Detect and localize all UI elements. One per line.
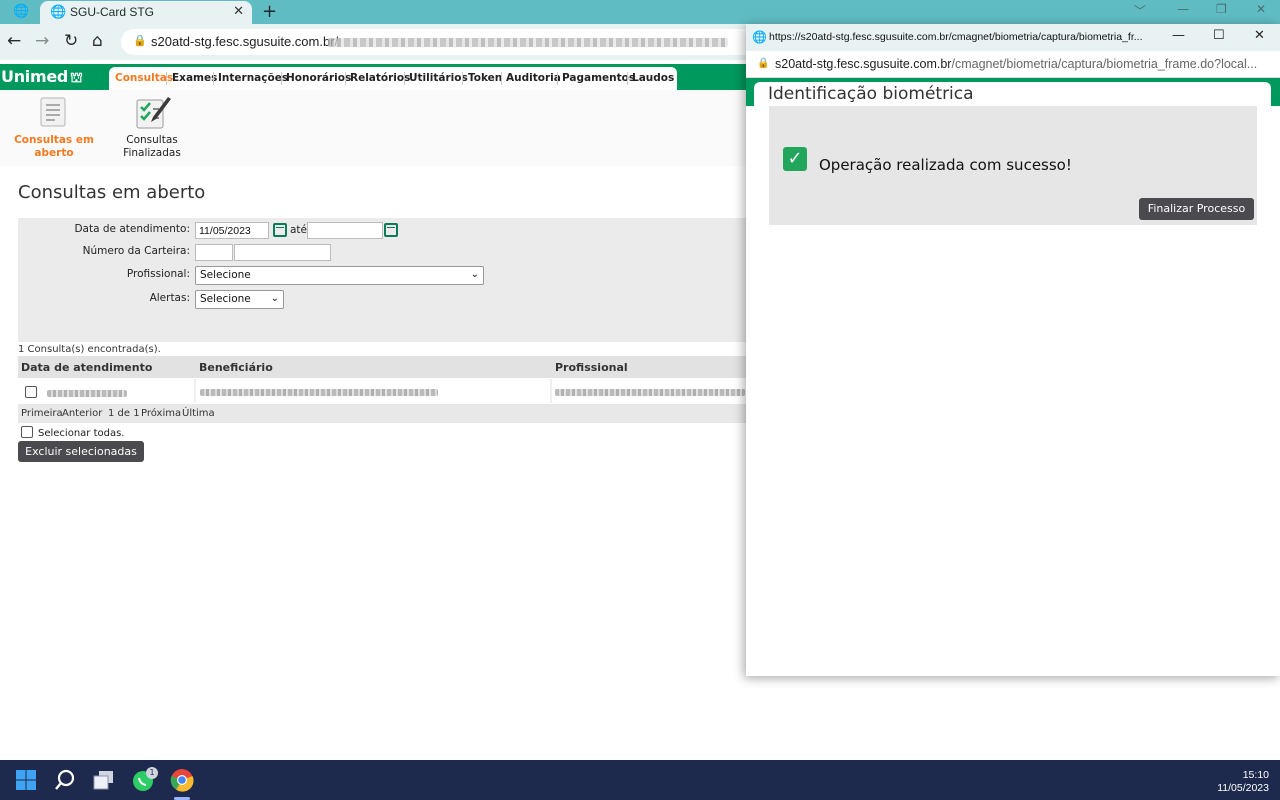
menu-token[interactable]: Token	[468, 72, 502, 84]
menu-utilitarios[interactable]: Utilitários	[409, 72, 468, 84]
pager-previous[interactable]: Anterior	[62, 408, 102, 419]
results-count: 1 Consulta(s) encontrada(s).	[18, 344, 161, 355]
result-panel: ✓ Operação realizada com sucesso! Finali…	[769, 106, 1257, 225]
card-number-label: Número da Carteira:	[82, 245, 190, 257]
main-menu: Consultas Exames Internações Honorários …	[109, 67, 677, 90]
filter-panel: Data de atendimento: até Número da Carte…	[18, 218, 746, 342]
pagination: Primeira Anterior 1 de 1 Próxima Última	[18, 404, 746, 423]
url-text: s20atd-stg.fesc.sgusuite.com.br/	[151, 34, 339, 49]
globe-icon: 🌐	[752, 30, 767, 44]
unimed-leaf-icon: ⛫	[70, 70, 83, 86]
menu-laudos[interactable]: Laudos	[632, 72, 674, 84]
popup-url-text: s20atd-stg.fesc.sgusuite.com.br/cmagnet/…	[775, 57, 1258, 71]
globe-icon[interactable]: 🌐	[13, 4, 29, 19]
column-beneficiary[interactable]: Beneficiário	[199, 361, 273, 374]
unimed-logo[interactable]: Unimed ⛫	[1, 67, 83, 88]
home-icon[interactable]: ⌂	[92, 32, 103, 50]
alerts-label: Alertas:	[149, 292, 190, 304]
pager-next[interactable]: Próxima	[141, 408, 181, 419]
date-to-input[interactable]	[307, 222, 383, 239]
column-professional[interactable]: Profissional	[555, 361, 628, 374]
redacted-date	[47, 390, 127, 397]
lock-icon[interactable]: 🔒	[133, 34, 147, 47]
select-all-checkbox[interactable]	[21, 426, 33, 438]
date-range-separator: até	[290, 224, 308, 236]
select-all-label: Selecionar todas.	[38, 428, 125, 439]
browser-tab-active[interactable]: 🌐 SGU-Card STG ✕	[40, 1, 252, 24]
pager-first[interactable]: Primeira	[21, 408, 63, 419]
new-tab-button[interactable]: +	[262, 1, 277, 22]
subnav-finished-consultations[interactable]: Consultas Finalizadas	[112, 134, 192, 160]
close-window-button[interactable]: ✕	[1254, 28, 1265, 43]
checklist-pencil-icon[interactable]	[135, 94, 171, 130]
popup-title-bar: 🌐 https://s20atd-stg.fesc.sgusuite.com.b…	[746, 24, 1280, 51]
pager-last[interactable]: Última	[182, 408, 215, 419]
chevron-down-icon: ⌄	[270, 293, 279, 304]
popup-heading: Identificação biométrica	[768, 84, 974, 104]
document-list-icon[interactable]	[38, 96, 68, 128]
sub-navigation: Consultas em aberto Consultas Finalizadas	[0, 90, 746, 166]
windows-start-icon[interactable]	[12, 766, 40, 794]
notification-badge: 1	[146, 767, 158, 779]
pager-status: 1 de 1	[108, 408, 140, 419]
globe-icon: 🌐	[50, 5, 67, 20]
chevron-down-icon[interactable]: ﹀	[1134, 2, 1146, 19]
card-number-input[interactable]	[234, 244, 331, 261]
tab-title: SGU-Card STG	[70, 5, 155, 19]
alerts-select[interactable]: Selecione ⌄	[195, 290, 284, 309]
redacted-professional	[555, 389, 745, 396]
chrome-icon[interactable]	[168, 766, 196, 794]
popup-title-url: https://s20atd-stg.fesc.sgusuite.com.br/…	[769, 31, 1143, 43]
maximize-button[interactable]: ☐	[1213, 28, 1225, 43]
menu-pagamentos[interactable]: Pagamentos	[562, 72, 635, 84]
minimize-button[interactable]: —	[1177, 2, 1189, 16]
lock-icon[interactable]: 🔒	[757, 58, 769, 69]
menu-auditoria[interactable]: Auditoria	[506, 72, 561, 84]
popup-address-bar[interactable]: 🔒 s20atd-stg.fesc.sgusuite.com.br/cmagne…	[746, 51, 1280, 78]
maximize-button[interactable]: ❐	[1216, 2, 1227, 16]
menu-honorarios[interactable]: Honorários	[286, 72, 351, 84]
close-window-button[interactable]: ✕	[1256, 2, 1266, 16]
success-message: Operação realizada com sucesso!	[819, 156, 1072, 174]
table-row[interactable]	[18, 379, 746, 403]
success-check-icon: ✓	[783, 147, 807, 171]
date-from-input[interactable]	[195, 222, 269, 239]
menu-internacoes[interactable]: Internações	[218, 72, 288, 84]
column-date[interactable]: Data de atendimento	[21, 361, 152, 374]
redacted-beneficiary	[200, 389, 438, 396]
menu-exames[interactable]: Exames	[172, 72, 217, 84]
row-checkbox[interactable]	[25, 386, 37, 398]
calendar-icon[interactable]	[273, 223, 287, 237]
redacted-url-path	[328, 38, 728, 47]
system-clock[interactable]: 15:10 11/05/2023	[1217, 769, 1269, 795]
card-number-prefix-input[interactable]	[195, 244, 233, 261]
delete-selected-button[interactable]: Excluir selecionadas	[18, 441, 144, 462]
forward-arrow-icon[interactable]: →	[35, 32, 49, 50]
close-tab-icon[interactable]: ✕	[233, 4, 244, 19]
search-icon[interactable]	[51, 766, 79, 794]
calendar-icon[interactable]	[384, 223, 398, 237]
task-view-icon[interactable]	[90, 766, 118, 794]
menu-consultas[interactable]: Consultas	[115, 72, 173, 84]
minimize-button[interactable]: —	[1172, 28, 1185, 43]
page-title: Consultas em aberto	[18, 182, 206, 203]
results-table-header: Data de atendimento Beneficiário Profiss…	[18, 356, 746, 378]
professional-label: Profissional:	[126, 268, 190, 280]
address-bar[interactable]: 🔒 s20atd-stg.fesc.sgusuite.com.br/	[121, 29, 771, 55]
biometric-popup-window: 🌐 https://s20atd-stg.fesc.sgusuite.com.b…	[746, 24, 1280, 676]
windows-taskbar: 1 15:10 11/05/2023	[0, 760, 1280, 800]
reload-icon[interactable]: ↻	[64, 32, 78, 50]
chevron-down-icon: ⌄	[470, 269, 479, 280]
browser-tab-strip: 🌐 🌐 SGU-Card STG ✕ + ﹀ — ❐ ✕	[0, 0, 1280, 24]
professional-select[interactable]: Selecione ⌄	[195, 266, 484, 285]
subnav-open-consultations[interactable]: Consultas em aberto	[14, 134, 94, 160]
menu-relatorios[interactable]: Relatórios	[350, 72, 410, 84]
back-arrow-icon[interactable]: ←	[7, 32, 21, 50]
finish-process-button[interactable]: Finalizar Processo	[1139, 198, 1254, 220]
date-label: Data de atendimento:	[74, 223, 190, 235]
